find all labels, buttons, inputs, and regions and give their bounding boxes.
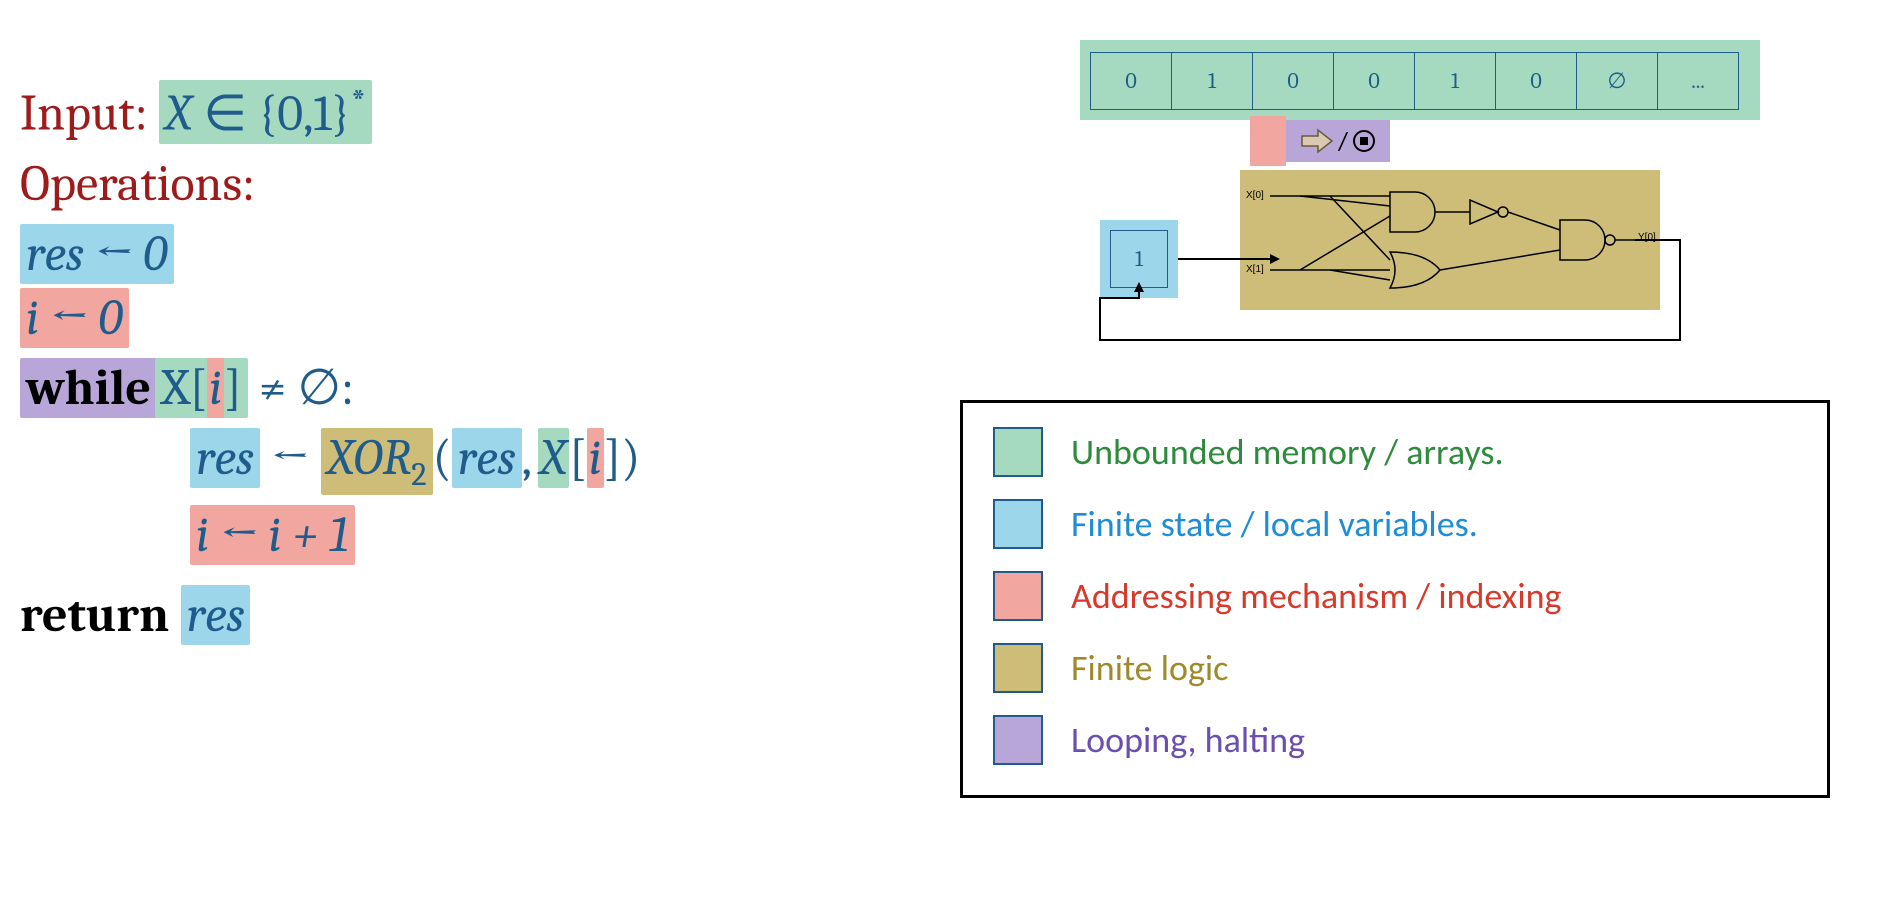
halt-icon [1352,129,1376,153]
input-expr-highlight: X ∈ {0,1}* [159,80,372,144]
code-line-return: return res [20,585,640,645]
operations-keyword: Operations: [20,155,255,213]
state-box: 1 [1100,220,1178,298]
code-line-operations: Operations: [20,154,640,214]
legend-swatch-purple [993,715,1043,765]
tape-cell: 0 [1090,52,1171,110]
code-line-i-inc: i ← i + 1 [20,505,640,565]
while-x-bracket: X[ [161,359,207,417]
return-keyword: return [20,586,169,644]
diagram-area: 0 1 0 0 1 0 ∅ ... / 1 X[0] X[1] [960,40,1860,120]
i-init-highlight: i ← 0 [20,288,129,348]
head-slash: / [1338,125,1348,157]
assign-res: res [190,428,260,488]
tape-cell: 0 [1252,52,1333,110]
legend-row-addr: Addressing mechanism / indexing [993,571,1797,621]
circuit-box: X[0] X[1] Y[0] [1240,170,1660,310]
code-line-while: while X[i] ≠ ∅: [20,358,640,418]
legend-label-logic: Finite logic [1071,646,1228,690]
head-address-highlight [1250,116,1286,166]
code-block: Input: X ∈ {0,1}* Operations: res ← 0 i … [20,80,640,655]
legend-row-loop: Looping, halting [993,715,1797,765]
assign-i: i [587,428,604,488]
legend-swatch-green [993,427,1043,477]
head-loop-highlight: / [1286,120,1390,162]
assign-comma: , [522,429,532,487]
legend-swatch-olive [993,643,1043,693]
assign-res2: res [452,428,522,488]
legend-row-state: Finite state / local variables. [993,499,1797,549]
assign-arrow: ← [260,429,321,487]
res-init-highlight: res ← 0 [20,224,174,284]
legend-label-memory: Unbounded memory / arrays. [1071,430,1504,474]
tape-cell: 1 [1171,52,1252,110]
legend-box: Unbounded memory / arrays. Finite state … [960,400,1830,798]
assign-open: ( [433,429,452,487]
arrow-right-icon [1300,128,1334,154]
tape-cell: 0 [1333,52,1414,110]
code-line-res-init: res ← 0 [20,224,640,284]
while-array-access: X[i] [155,358,248,418]
circuit-svg [1240,170,1660,310]
code-line-i-init: i ← 0 [20,288,640,348]
assign-xor: XOR2 [321,428,432,495]
tape: 0 1 0 0 1 0 ∅ ... [1080,40,1760,120]
assign-rb: ] [604,429,622,487]
while-neq: ≠ ∅: [248,359,354,417]
while-i: i [207,358,224,418]
code-line-input: Input: X ∈ {0,1}* [20,80,640,144]
while-keyword: while [26,359,151,417]
assign-X-hl: X [538,428,569,488]
assign-lb: [ [569,429,587,487]
assign-close: ) [621,429,640,487]
legend-label-state: Finite state / local variables. [1071,502,1478,546]
tape-head: / [1250,116,1390,166]
legend-swatch-blue [993,499,1043,549]
tape-cell: 1 [1414,52,1495,110]
tape-cell: 0 [1495,52,1576,110]
legend-row-logic: Finite logic [993,643,1797,693]
tape-cell: ... [1657,52,1739,110]
input-keyword: Input: [20,85,148,143]
legend-row-memory: Unbounded memory / arrays. [993,427,1797,477]
state-value: 1 [1110,230,1168,288]
while-highlight: while [20,358,157,418]
code-line-assign: res ← XOR2(res,X[i]) [20,428,640,495]
i-inc-highlight: i ← i + 1 [190,505,355,565]
legend-swatch-red [993,571,1043,621]
legend-label-loop: Looping, halting [1071,718,1305,762]
tape-cell: ∅ [1576,52,1657,110]
tape-cells: 0 1 0 0 1 0 ∅ ... [1090,52,1739,110]
return-res: res [181,585,251,645]
while-close-bracket: ] [224,359,242,417]
legend-label-addr: Addressing mechanism / indexing [1071,574,1561,618]
